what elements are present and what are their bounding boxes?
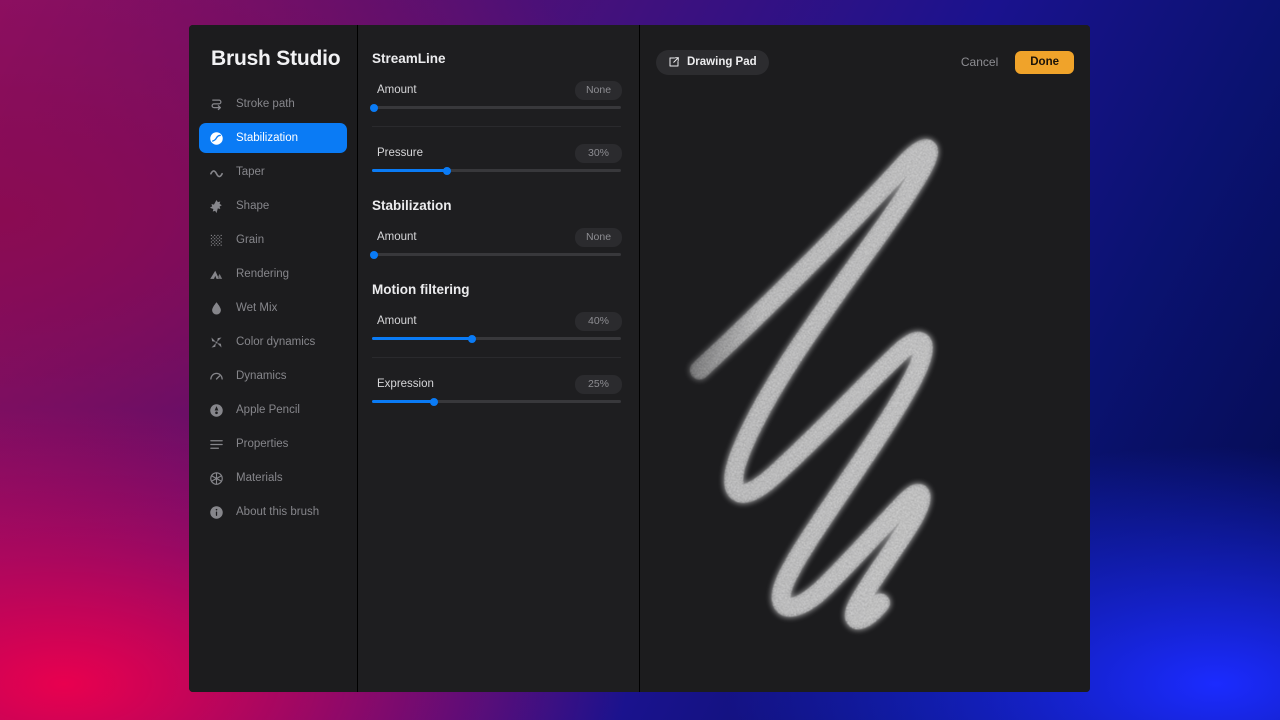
sidebar-item-dynamics[interactable]: Dynamics — [199, 361, 347, 391]
settings-groups: StreamLine Amount None Pressure 30% Stabiliza… — [370, 51, 622, 406]
slider-label: Expression — [377, 378, 434, 390]
slider-label: Amount — [377, 231, 417, 243]
grain-icon — [209, 233, 224, 248]
brush-studio-window: Brush Studio Stroke path Stabilization Tap… — [189, 25, 1090, 692]
sidebar-item-materials[interactable]: Materials — [199, 463, 347, 493]
sidebar: Brush Studio Stroke path Stabilization Tap… — [189, 25, 357, 692]
slider-row-pressure: Pressure 30% — [371, 143, 622, 175]
slider-header: Pressure 30% — [371, 143, 622, 163]
slider-row-amount: Amount None — [370, 80, 622, 112]
slider-fill — [372, 169, 447, 172]
slider-thumb[interactable] — [442, 166, 451, 175]
dynamics-icon — [209, 369, 224, 384]
sidebar-item-wet-mix[interactable]: Wet Mix — [199, 293, 347, 323]
slider-fill — [372, 400, 435, 403]
sidebar-item-label: Properties — [236, 438, 289, 450]
page-title: Brush Studio — [211, 47, 341, 70]
color-dynamics-icon — [209, 335, 224, 350]
sidebar-item-apple-pencil[interactable]: Apple Pencil — [199, 395, 347, 425]
sidebar-item-color-dynamics[interactable]: Color dynamics — [199, 327, 347, 357]
slider-track[interactable] — [372, 166, 621, 175]
sidebar-item-label: Materials — [236, 472, 283, 484]
settings-group-title: Stabilization — [372, 198, 452, 213]
slider-thumb[interactable] — [430, 397, 439, 406]
slider-thumb[interactable] — [467, 334, 476, 343]
slider-value-badge[interactable]: 25% — [575, 374, 622, 394]
apple-pencil-icon — [209, 403, 224, 418]
slider-track[interactable] — [370, 103, 621, 112]
materials-icon — [209, 471, 224, 486]
sidebar-item-grain[interactable]: Grain — [199, 225, 347, 255]
slider-row-amount: Amount 40% — [371, 311, 622, 343]
slider-track[interactable] — [372, 397, 621, 406]
info-icon — [209, 505, 224, 520]
sidebar-item-stabilization[interactable]: Stabilization — [199, 123, 347, 153]
settings-group-title: StreamLine — [372, 51, 446, 66]
stroke-path-icon — [209, 97, 224, 112]
slider-header: Expression 25% — [371, 374, 622, 394]
shape-icon — [209, 199, 224, 214]
sidebar-item-label: About this brush — [236, 506, 320, 518]
sidebar-item-shape[interactable]: Shape — [199, 191, 347, 221]
sidebar-item-label: Grain — [236, 234, 265, 246]
sidebar-item-label: Dynamics — [236, 370, 287, 382]
sidebar-item-label: Shape — [236, 200, 270, 212]
sidebar-item-about-this-brush[interactable]: About this brush — [199, 497, 347, 527]
sidebar-item-properties[interactable]: Properties — [199, 429, 347, 459]
slider-label: Amount — [377, 315, 417, 327]
sidebar-nav: Stroke path Stabilization Taper Shape Grain R… — [199, 89, 347, 527]
slider-header: Amount 40% — [371, 311, 622, 331]
slider-value-badge[interactable]: 40% — [575, 311, 622, 331]
slider-value-badge[interactable]: 30% — [575, 143, 622, 163]
slider-header: Amount None — [371, 227, 622, 247]
brush-stroke-preview — [640, 25, 1090, 692]
sidebar-item-label: Taper — [236, 166, 265, 178]
sidebar-item-taper[interactable]: Taper — [199, 157, 347, 187]
sidebar-item-label: Color dynamics — [236, 336, 316, 348]
rendering-icon — [209, 267, 224, 282]
properties-icon — [209, 437, 224, 452]
slider-value-badge[interactable]: None — [575, 80, 622, 100]
slider-row-amount: Amount None — [370, 227, 622, 259]
sidebar-item-label: Wet Mix — [236, 302, 278, 314]
slider-track[interactable] — [370, 250, 621, 259]
sidebar-item-label: Stabilization — [236, 132, 299, 144]
sidebar-item-label: Apple Pencil — [236, 404, 300, 416]
settings-group-title: Motion filtering — [372, 282, 470, 297]
slider-track[interactable] — [372, 334, 621, 343]
settings-panel: StreamLine Amount None Pressure 30% Stabiliza… — [357, 25, 640, 692]
slider-thumb[interactable] — [370, 250, 379, 259]
wet-mix-icon — [209, 301, 224, 316]
settings-divider — [372, 357, 621, 358]
slider-thumb[interactable] — [370, 103, 379, 112]
slider-header: Amount None — [371, 80, 622, 100]
stabilization-icon — [209, 131, 224, 146]
slider-value-badge[interactable]: None — [575, 227, 622, 247]
slider-label: Pressure — [377, 147, 424, 159]
sidebar-item-stroke-path[interactable]: Stroke path — [199, 89, 347, 119]
slider-label: Amount — [377, 84, 417, 96]
slider-fill — [372, 337, 472, 340]
settings-divider — [372, 126, 621, 127]
slider-row-expression: Expression 25% — [371, 374, 622, 406]
brush-stroke-svg — [689, 138, 939, 631]
sidebar-item-rendering[interactable]: Rendering — [199, 259, 347, 289]
taper-icon — [209, 165, 224, 180]
sidebar-item-label: Stroke path — [236, 98, 295, 110]
drawing-canvas-pane: Drawing Pad Cancel Done — [640, 25, 1090, 692]
sidebar-item-label: Rendering — [236, 268, 290, 280]
